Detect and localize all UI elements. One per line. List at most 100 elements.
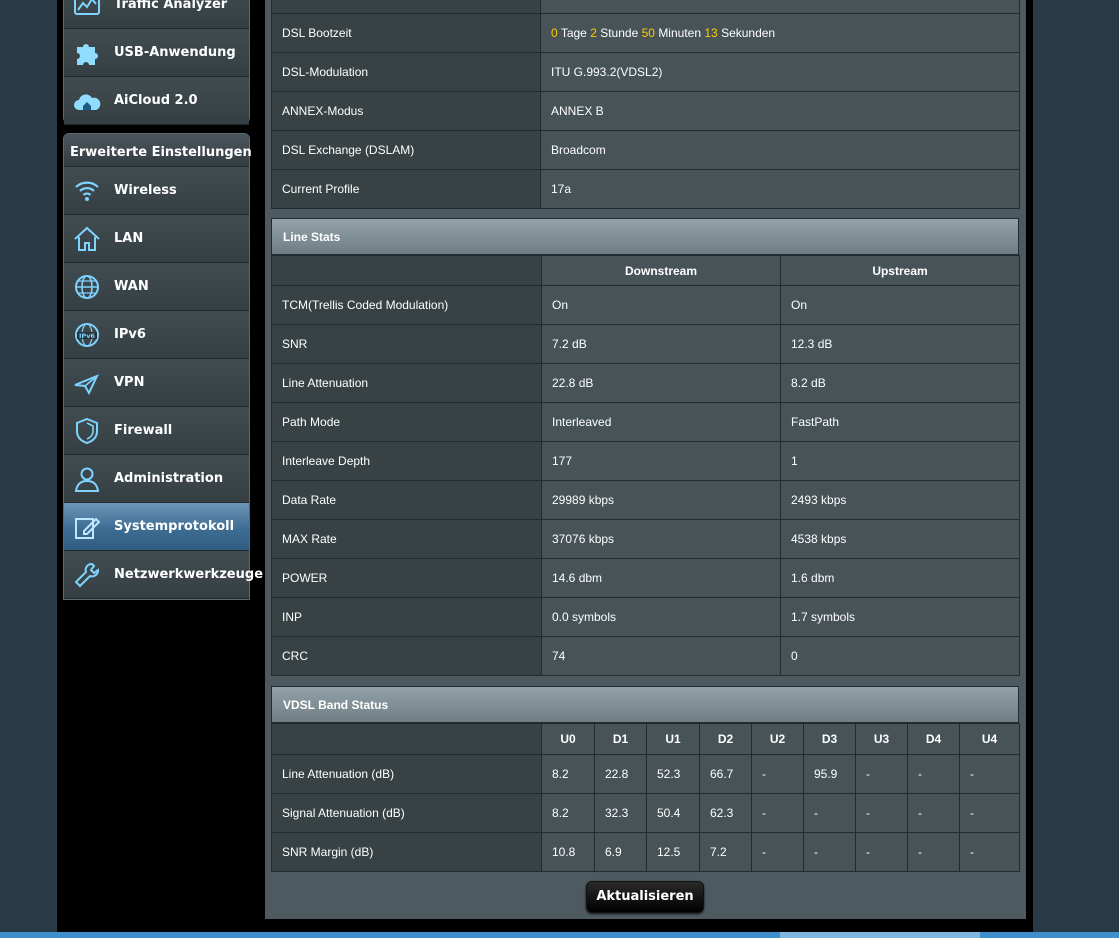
table-row <box>271 0 1020 14</box>
band-value: - <box>751 754 804 794</box>
sidebar-item-wireless[interactable]: Wireless <box>64 167 249 215</box>
band-value: 6.9 <box>594 832 647 872</box>
stat-label: POWER <box>271 558 542 598</box>
refresh-button[interactable]: Aktualisieren <box>586 881 704 913</box>
sidebar-item-traffic-analyzer[interactable]: Traffic Analyzer <box>64 0 249 29</box>
uptime-minutes-unit: Minuten <box>658 26 702 40</box>
band-value: - <box>907 793 960 833</box>
stat-label: Interleave Depth <box>271 441 542 481</box>
band-value: - <box>855 793 908 833</box>
dsl-info-table: DSL Bootzeit 0 Tage 2 Stunde 50 Minuten … <box>271 0 1020 209</box>
sidebar-item-network-tools[interactable]: Netzwerkwerkzeuge <box>64 551 263 599</box>
vpn-icon <box>74 374 99 396</box>
table-row: DSL Exchange (DSLAM) Broadcom <box>271 130 1020 170</box>
band-value: 95.9 <box>803 754 856 794</box>
table-header-row: U0 D1 U1 D2 U2 D3 U3 D4 U4 <box>271 723 1020 755</box>
uptime-days: 0 <box>551 26 558 40</box>
dslam-value: Broadcom <box>540 130 1020 170</box>
sidebar-item-label: Traffic Analyzer <box>114 0 228 12</box>
band-value: - <box>855 754 908 794</box>
uptime-hours-unit: Stunde <box>600 26 639 40</box>
sidebar-item-label: Wireless <box>114 183 177 198</box>
stat-upstream: On <box>780 285 1020 325</box>
band-header-u1: U1 <box>646 723 700 755</box>
sidebar-item-label: VPN <box>114 375 145 390</box>
stat-downstream: 14.6 dbm <box>541 558 781 598</box>
band-row-label: Line Attenuation (dB) <box>271 754 542 794</box>
table-row: SNR Margin (dB) 10.8 6.9 12.5 7.2 - - - … <box>271 832 1020 872</box>
stat-downstream: 22.8 dB <box>541 363 781 403</box>
sidebar-item-administration[interactable]: Administration <box>64 455 249 503</box>
cloud-home-icon <box>74 94 101 110</box>
annex-mode-value: ANNEX B <box>540 91 1020 131</box>
table-row: Data Rate 29989 kbps 2493 kbps <box>271 480 1020 520</box>
table-row: ANNEX-Modus ANNEX B <box>271 91 1020 131</box>
sidebar-item-vpn[interactable]: VPN <box>64 359 249 407</box>
shield-icon <box>76 417 98 445</box>
taskbar-segment <box>780 932 980 938</box>
sidebar-item-ipv6[interactable]: IPv6 IPv6 <box>64 311 249 359</box>
sidebar-item-aicloud[interactable]: AiCloud 2.0 <box>64 77 249 125</box>
menu-general: Traffic Analyzer USB-Anwendung AiCloud 2… <box>63 0 250 125</box>
sidebar-item-wan[interactable]: WAN <box>64 263 249 311</box>
sidebar-item-label: Administration <box>114 471 224 486</box>
band-row-label: SNR Margin (dB) <box>271 832 542 872</box>
sidebar-item-usb-application[interactable]: USB-Anwendung <box>64 29 249 77</box>
vdsl-band-status-title: VDSL Band Status <box>271 686 1019 723</box>
table-header-cell <box>271 255 542 286</box>
band-header-u2: U2 <box>751 723 804 755</box>
stat-label: Data Rate <box>271 480 542 520</box>
band-header-d4: D4 <box>907 723 960 755</box>
band-value: 7.2 <box>699 832 752 872</box>
stat-downstream: On <box>541 285 781 325</box>
stat-downstream: Interleaved <box>541 402 781 442</box>
band-value: 10.8 <box>541 832 595 872</box>
right-frame <box>1033 0 1119 938</box>
stat-downstream: 29989 kbps <box>541 480 781 520</box>
band-header-u4: U4 <box>959 723 1020 755</box>
menu-advanced-settings: Erweiterte Einstellungen Wireless LAN WA… <box>63 133 263 600</box>
table-row: DSL-Modulation ITU G.993.2(VDSL2) <box>271 52 1020 92</box>
band-header-d2: D2 <box>699 723 752 755</box>
svg-text:IPv6: IPv6 <box>79 332 95 340</box>
table-cell <box>540 0 1020 14</box>
table-row: POWER 14.6 dbm 1.6 dbm <box>271 558 1020 598</box>
table-row: Path Mode Interleaved FastPath <box>271 402 1020 442</box>
sidebar-item-label: IPv6 <box>114 327 146 342</box>
dsl-modulation-label: DSL-Modulation <box>271 52 541 92</box>
sidebar-item-label: USB-Anwendung <box>114 45 236 60</box>
table-row: Line Attenuation (dB) 8.2 22.8 52.3 66.7… <box>271 754 1020 794</box>
stat-upstream: FastPath <box>780 402 1020 442</box>
sidebar-item-label: WAN <box>114 279 149 294</box>
edit-log-icon <box>75 517 101 539</box>
uptime-minutes: 50 <box>641 26 655 40</box>
band-value: 50.4 <box>646 793 700 833</box>
sidebar-item-system-log[interactable]: Systemprotokoll <box>64 503 249 551</box>
home-icon <box>74 226 100 251</box>
table-row: Signal Attenuation (dB) 8.2 32.3 50.4 62… <box>271 793 1020 833</box>
band-value: 52.3 <box>646 754 700 794</box>
menu-header-advanced: Erweiterte Einstellungen <box>64 134 252 167</box>
stat-label: MAX Rate <box>271 519 542 559</box>
band-value: - <box>907 832 960 872</box>
stat-upstream: 4538 kbps <box>780 519 1020 559</box>
globe-icon <box>75 275 99 299</box>
sidebar-item-lan[interactable]: LAN <box>64 215 249 263</box>
user-icon <box>74 467 100 492</box>
current-profile-value: 17a <box>540 169 1020 209</box>
sidebar-item-label: Systemprotokoll <box>114 519 235 534</box>
band-value: 66.7 <box>699 754 752 794</box>
band-value: 22.8 <box>594 754 647 794</box>
taskbar-strip <box>0 932 1119 938</box>
band-header-d3: D3 <box>803 723 856 755</box>
table-row: INP 0.0 symbols 1.7 symbols <box>271 597 1020 637</box>
sidebar-item-firewall[interactable]: Firewall <box>64 407 249 455</box>
uptime-days-unit: Tage <box>560 26 587 40</box>
band-value: 62.3 <box>699 793 752 833</box>
uptime-seconds: 13 <box>704 26 718 40</box>
wifi-icon <box>75 181 99 201</box>
dsl-uptime-value: 0 Tage 2 Stunde 50 Minuten 13 Sekunden <box>540 13 1020 53</box>
band-header-d1: D1 <box>594 723 647 755</box>
band-value: - <box>803 832 856 872</box>
table-row: DSL Bootzeit 0 Tage 2 Stunde 50 Minuten … <box>271 13 1020 53</box>
